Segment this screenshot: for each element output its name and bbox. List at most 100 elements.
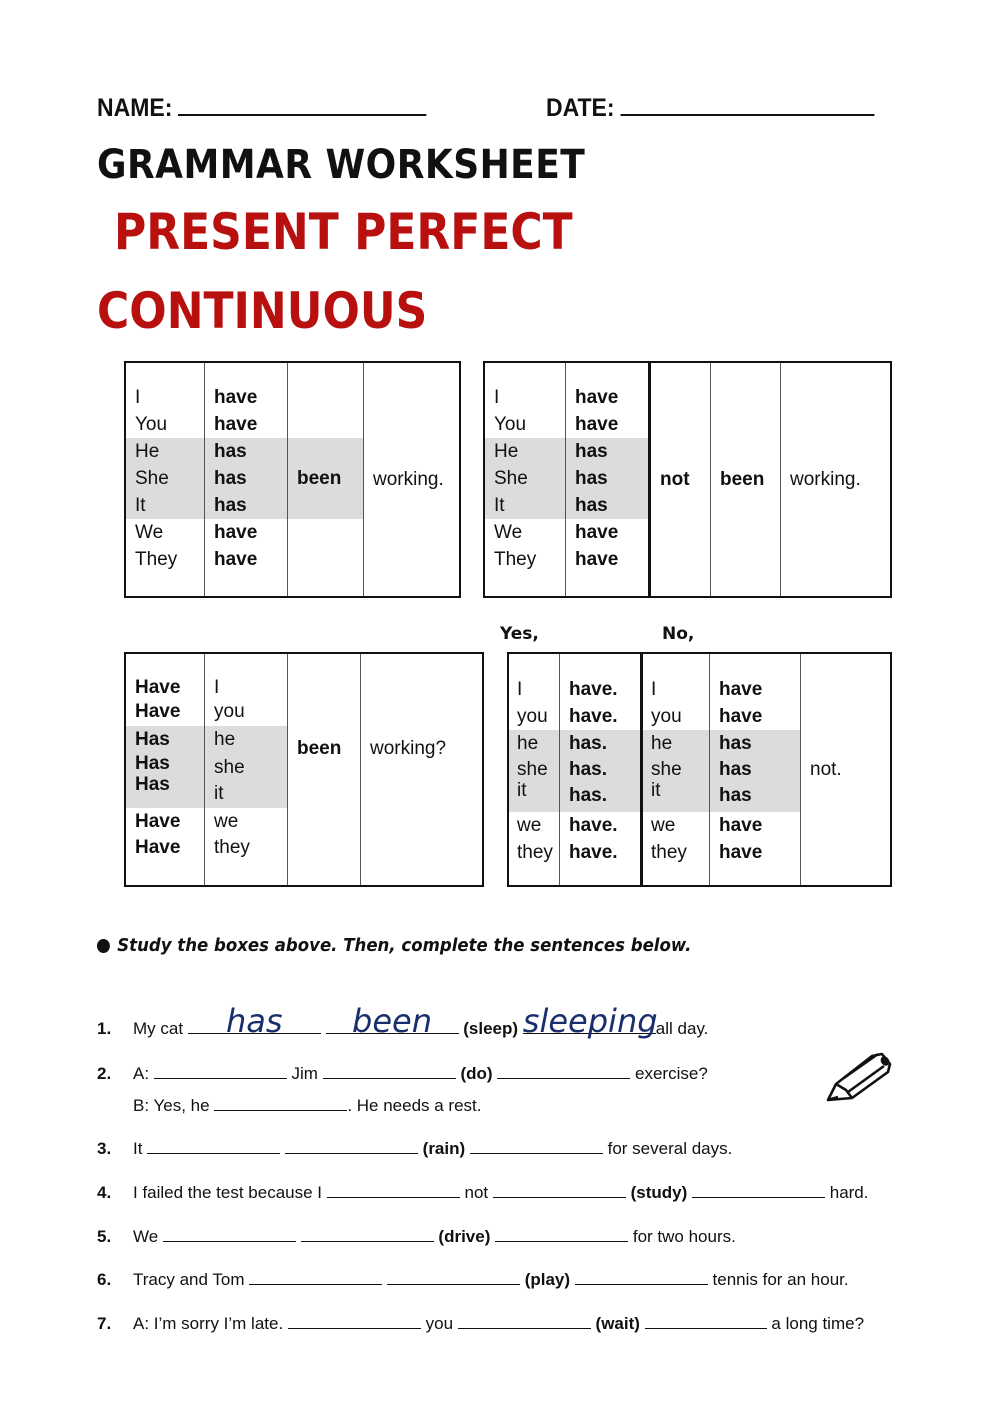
name-label: NAME: — [97, 94, 173, 122]
answer-blank[interactable] — [153, 1062, 287, 1079]
subject: I — [494, 387, 500, 408]
exercise-6: 6. Tracy and Tom (play) tennis for an hou… — [97, 1268, 849, 1289]
answer-blank[interactable]: been — [325, 1005, 459, 1037]
auxiliary: have — [719, 706, 763, 727]
subject: she — [205, 754, 287, 780]
name-line[interactable] — [177, 92, 427, 116]
auxiliary: has — [710, 730, 800, 756]
answer-blank[interactable] — [287, 1312, 421, 1329]
exercise-3: 3. It (rain) for several days. — [97, 1137, 733, 1158]
subject: I — [651, 679, 657, 700]
subject-column: I You He She It We They — [124, 362, 205, 597]
answer-blank[interactable] — [300, 1225, 434, 1242]
answer-blank[interactable] — [495, 1225, 629, 1242]
negative-table: I You He She It We They have have has ha… — [483, 361, 892, 598]
subject: We — [494, 522, 523, 543]
answer-blank[interactable] — [249, 1268, 383, 1285]
exercise-5: 5. We (drive) for two hours. — [97, 1225, 736, 1246]
no-label: No, — [662, 624, 695, 644]
date-field[interactable]: DATE: — [546, 92, 875, 123]
name-field[interactable]: NAME: — [97, 92, 427, 123]
bullet-icon — [97, 939, 110, 953]
date-line[interactable] — [620, 92, 875, 116]
verb-cell: working. — [363, 362, 461, 597]
verb-hint: (drive) — [438, 1227, 491, 1246]
auxiliary: has. — [560, 756, 640, 782]
answer-blank[interactable] — [574, 1268, 708, 1285]
answer-blank[interactable] — [322, 1062, 456, 1079]
auxiliary: have — [214, 522, 258, 543]
subject: they — [517, 842, 553, 863]
subject: she — [643, 756, 709, 780]
date-label: DATE: — [546, 94, 615, 122]
auxiliary: has — [566, 465, 648, 492]
auxiliary: has — [710, 782, 800, 812]
auxiliary: have. — [569, 679, 618, 700]
auxiliary: have — [575, 522, 619, 543]
answer-blank[interactable] — [326, 1181, 460, 1198]
auxiliary: have — [575, 414, 619, 435]
subject: I — [135, 387, 141, 408]
verb-hint: (rain) — [422, 1139, 466, 1158]
answer-blank[interactable] — [644, 1312, 767, 1329]
auxiliary: has — [566, 438, 648, 465]
handwritten-answer: has — [226, 1002, 283, 1040]
subject: She — [485, 465, 565, 492]
auxiliary: Have — [135, 701, 181, 722]
answer-blank[interactable] — [469, 1137, 603, 1154]
subject: he — [509, 730, 559, 756]
handwritten-answer: been — [352, 1002, 433, 1040]
subject: they — [651, 842, 687, 863]
yes-auxiliary-column: have. have. has. has. has. have. have. — [559, 653, 642, 886]
subject: We — [135, 522, 164, 543]
auxiliary: Have — [135, 677, 181, 698]
exercise-1: 1. My cat has been (sleep) sleeping all da… — [97, 1002, 709, 1040]
verb-hint: (study) — [630, 1183, 688, 1202]
answer-blank[interactable] — [147, 1137, 281, 1154]
subject: it — [509, 780, 559, 812]
answer-blank[interactable] — [497, 1062, 631, 1079]
exercise-2: 2. A: Jim (do) exercise? — [97, 1062, 708, 1083]
exercise-4: 4. I failed the test because I not (study… — [97, 1181, 869, 1202]
tense-title-line2: CONTINUOUS — [97, 282, 428, 340]
auxiliary: has. — [560, 730, 640, 756]
auxiliary: has — [566, 492, 648, 519]
subject: He — [126, 438, 204, 465]
auxiliary: Has — [126, 726, 204, 750]
been-cell: been — [287, 653, 361, 886]
worksheet-title: GRAMMAR WORKSHEET — [97, 142, 586, 188]
subject: They — [135, 549, 178, 570]
subject: we — [517, 815, 542, 836]
not-cell: not — [648, 362, 711, 597]
auxiliary: have — [719, 679, 763, 700]
subject: they — [214, 837, 250, 858]
verb-cell: working? — [360, 653, 484, 886]
answer-blank[interactable] — [457, 1312, 591, 1329]
exercise-2-line-2: B: Yes, he . He needs a rest. — [133, 1094, 482, 1115]
auxiliary: has. — [560, 782, 640, 812]
auxiliary-column: have have has has has have have — [565, 362, 650, 597]
auxiliary: has — [710, 756, 800, 782]
been-word: been — [288, 465, 363, 492]
tense-title-line1: PRESENT PERFECT — [114, 203, 573, 261]
short-answers-table: I you he she it we they have. have. has.… — [507, 652, 892, 887]
answer-blank[interactable] — [692, 1181, 825, 1198]
subject-column: I you he she it we they — [204, 653, 288, 886]
auxiliary: Has — [126, 750, 204, 774]
no-subject-column: I you he she it we they — [640, 653, 710, 886]
auxiliary: have — [575, 387, 619, 408]
answer-blank[interactable] — [284, 1137, 418, 1154]
auxiliary: have — [719, 842, 763, 863]
answer-blank[interactable] — [162, 1225, 296, 1242]
answer-blank[interactable] — [386, 1268, 520, 1285]
subject: It — [126, 492, 204, 519]
answer-blank[interactable] — [214, 1094, 348, 1111]
auxiliary: have — [214, 387, 258, 408]
answer-blank[interactable]: sleeping — [522, 1005, 658, 1037]
handwritten-answer: sleeping — [522, 1002, 658, 1040]
subject: he — [205, 726, 287, 754]
verb-hint: (wait) — [595, 1314, 640, 1333]
answer-blank[interactable]: has — [187, 1005, 321, 1037]
answer-blank[interactable] — [492, 1181, 626, 1198]
been-cell: been — [710, 362, 781, 597]
